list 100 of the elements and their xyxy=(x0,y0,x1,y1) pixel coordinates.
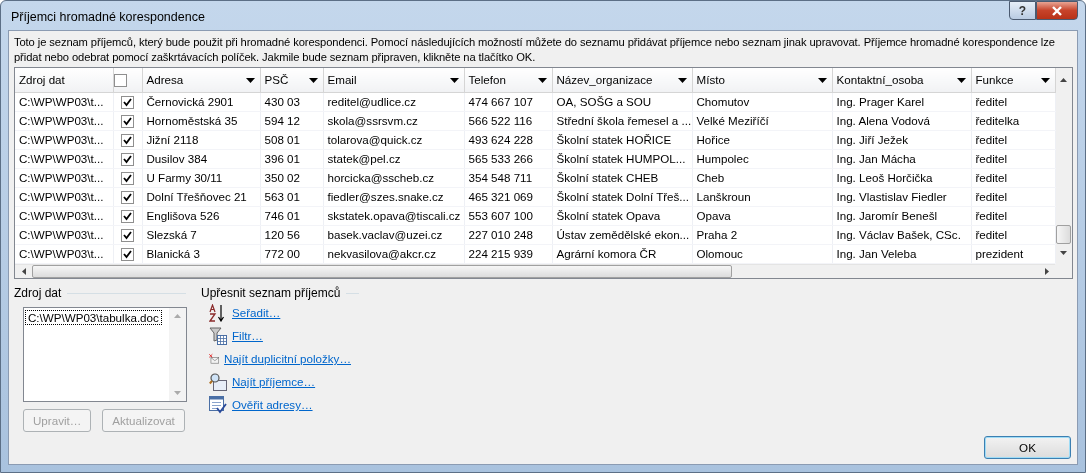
table-cell: Ing. Václav Bašek, CSc. xyxy=(832,225,971,244)
table-cell: 508 01 xyxy=(260,130,323,149)
row-checkbox[interactable] xyxy=(121,171,134,185)
table-cell: ředitel xyxy=(971,225,1055,244)
column-header[interactable]: Email xyxy=(323,68,464,92)
table-cell: C:\WP\WP03\t... xyxy=(15,149,113,168)
dropdown-arrow-icon[interactable] xyxy=(1040,78,1050,83)
refine-link[interactable]: Seřadit… xyxy=(232,306,281,319)
row-checkbox[interactable] xyxy=(121,114,134,128)
row-checkbox[interactable] xyxy=(121,152,134,166)
scroll-thumb[interactable] xyxy=(32,264,732,278)
table-cell: basek.vaclav@uzei.cz xyxy=(323,225,464,244)
table-cell: Ing. Jiří Ježek xyxy=(832,130,971,149)
row-checkbox[interactable] xyxy=(121,228,134,242)
column-header[interactable]: Místo xyxy=(692,68,832,92)
dropdown-arrow-icon[interactable] xyxy=(308,78,318,83)
table-cell: C:\WP\WP03\t... xyxy=(15,206,113,225)
table-cell: C:\WP\WP03\t... xyxy=(15,168,113,187)
table-cell: ředitel xyxy=(971,168,1055,187)
table-cell: Agrární komora ČR xyxy=(552,244,692,263)
row-checkbox[interactable] xyxy=(121,247,134,261)
column-header[interactable]: Funkce xyxy=(971,68,1055,92)
data-source-list[interactable]: C:\WP\WP03\tabulka.doc xyxy=(23,307,187,402)
table-cell: Ing. Jan Mácha xyxy=(832,149,971,168)
scroll-thumb[interactable] xyxy=(1056,225,1071,244)
table-cell: Hořice xyxy=(692,130,832,149)
table-cell: Ing. Alena Vodová xyxy=(832,111,971,130)
up-arrow-icon xyxy=(1060,78,1067,82)
table-cell: 565 533 266 xyxy=(464,149,552,168)
help-button[interactable]: ? xyxy=(1009,1,1036,20)
close-icon xyxy=(1051,5,1063,16)
table-cell: Slezská 7 xyxy=(142,225,260,244)
row-checkbox[interactable] xyxy=(121,95,134,109)
table-cell: C:\WP\WP03\t... xyxy=(15,244,113,263)
table-cell: 474 667 107 xyxy=(464,92,552,111)
refine-link[interactable]: Najít duplicitní položky… xyxy=(224,352,351,365)
table-cell: ředitelka xyxy=(971,111,1055,130)
table-cell: prezident xyxy=(971,244,1055,263)
refine-link[interactable]: Filtr… xyxy=(232,329,263,342)
ok-button[interactable]: OK xyxy=(984,436,1071,459)
table-cell: Olomouc xyxy=(692,244,832,263)
window-title: Příjemci hromadné korespondence xyxy=(11,10,205,24)
left-arrow-icon xyxy=(21,267,26,275)
table-cell: Školní statek HOŘICE xyxy=(552,130,692,149)
table-cell: Englišova 526 xyxy=(142,206,260,225)
dropdown-arrow-icon[interactable] xyxy=(677,78,687,83)
dropdown-arrow-icon[interactable] xyxy=(245,78,255,83)
table-cell: Lanškroun xyxy=(692,187,832,206)
refine-link[interactable]: Ověřit adresy… xyxy=(232,398,313,411)
table-cell: Humpolec xyxy=(692,149,832,168)
group-label: Zdroj dat xyxy=(14,286,62,300)
table-cell: 553 607 100 xyxy=(464,206,552,225)
table-cell: ředitel xyxy=(971,149,1055,168)
table-cell: 465 321 069 xyxy=(464,187,552,206)
refine-link[interactable]: Najít příjemce… xyxy=(232,375,316,388)
table-cell: 746 01 xyxy=(260,206,323,225)
table-cell: 396 01 xyxy=(260,149,323,168)
dropdown-arrow-icon[interactable] xyxy=(956,78,966,83)
description-text: Toto je seznam příjemců, který bude použit při hromadné korespondenci. Pomocí následujících možností můžete do seznamu přidávat příjemce nebo seznam jinak upravovat. Příjemce hromadné korespondence lze přidat nebo odebrat pomocí zaškrtávacích políček. Jakmile bude seznam připraven, klikněte na tlačítko OK. xyxy=(14,35,1056,65)
down-arrow-icon xyxy=(1060,250,1067,255)
dropdown-arrow-icon[interactable] xyxy=(537,78,547,83)
table-cell: Opava xyxy=(692,206,832,225)
table-cell: Střední škola řemesel a ... xyxy=(552,111,692,130)
column-header[interactable]: Název_organizace xyxy=(552,68,692,92)
group-label: Upřesnit seznam příjemců xyxy=(201,286,341,300)
table-cell: OA, SOŠG a SOU xyxy=(552,92,692,111)
table-cell: U Farmy 30/11 xyxy=(142,168,260,187)
table-cell: Dolní Třešňovec 21 xyxy=(142,187,260,206)
table-cell: C:\WP\WP03\t... xyxy=(15,225,113,244)
table-cell: reditel@udlice.cz xyxy=(323,92,464,111)
checklist-icon xyxy=(209,395,227,414)
table-cell: Chomutov xyxy=(692,92,832,111)
row-checkbox[interactable] xyxy=(121,190,134,204)
table-cell: Dusilov 384 xyxy=(142,149,260,168)
column-header[interactable]: Kontaktní_osoba xyxy=(832,68,971,92)
dropdown-arrow-icon[interactable] xyxy=(449,78,459,83)
table-cell: Ing. Jan Veleba xyxy=(832,244,971,263)
close-button[interactable] xyxy=(1036,1,1078,20)
table-cell: 772 00 xyxy=(260,244,323,263)
column-header[interactable]: Telefon xyxy=(464,68,552,92)
column-header[interactable]: PSČ xyxy=(260,68,323,92)
row-checkbox[interactable] xyxy=(121,209,134,223)
list-item[interactable]: C:\WP\WP03\tabulka.doc xyxy=(25,310,162,325)
row-checkbox[interactable] xyxy=(121,133,134,147)
table-cell: Ing. Leoš Horčička xyxy=(832,168,971,187)
table-cell: skstatek.opava@tiscali.cz xyxy=(323,206,464,225)
magnifier-icon xyxy=(209,372,227,391)
table-cell: statek@pel.cz xyxy=(323,149,464,168)
table-cell: 227 010 248 xyxy=(464,225,552,244)
column-header[interactable]: Zdroj dat xyxy=(15,68,113,92)
column-header[interactable]: Adresa xyxy=(142,68,260,92)
table-cell: Jižní 2118 xyxy=(142,130,260,149)
table-cell: 566 522 116 xyxy=(464,111,552,130)
table-cell: 120 56 xyxy=(260,225,323,244)
table-cell: 493 624 228 xyxy=(464,130,552,149)
table-cell: tolarova@quick.cz xyxy=(323,130,464,149)
table-cell: Školní statek CHEB xyxy=(552,168,692,187)
table-cell: ředitel xyxy=(971,130,1055,149)
dropdown-arrow-icon[interactable] xyxy=(817,78,827,83)
table-cell: skola@ssrsvm.cz xyxy=(323,111,464,130)
